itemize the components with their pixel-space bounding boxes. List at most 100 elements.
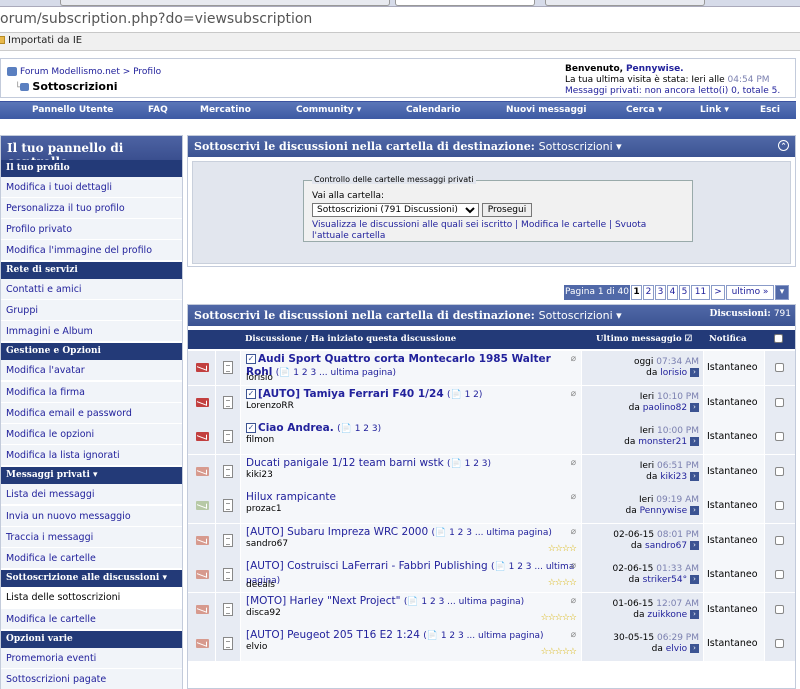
page-2[interactable]: 2 bbox=[643, 285, 654, 300]
thread-author[interactable]: LorenzoRR bbox=[246, 401, 294, 411]
go-to-last-post-icon[interactable]: › bbox=[690, 368, 699, 377]
thread-pages[interactable]: (📄 1 2 3 ... ultima pagina) bbox=[404, 597, 524, 607]
sidebar-item-send-message[interactable]: Invia un nuovo messaggio bbox=[1, 506, 182, 527]
col-thread[interactable]: Discussione / Ha iniziato questa discuss… bbox=[245, 334, 456, 344]
folder-actions-links[interactable]: Visualizza le discussioni alle quali sei… bbox=[312, 220, 682, 242]
thread-author[interactable]: kiki23 bbox=[246, 470, 273, 480]
sidebar-item-albums[interactable]: Immagini e Album bbox=[1, 321, 182, 342]
row-checkbox[interactable] bbox=[775, 397, 784, 407]
sidebar-item-message-list[interactable]: Lista dei messaggi bbox=[1, 484, 182, 505]
sidebar-item-paid-subscriptions[interactable]: Sottoscrizioni pagate bbox=[1, 669, 182, 689]
row-checkbox[interactable] bbox=[775, 639, 784, 648]
thread-title-link[interactable]: [AUTO] Costruisci LaFerrari - Fabbri Pub… bbox=[246, 560, 488, 572]
sidebar-item-edit-folders-subs[interactable]: Modifica le cartelle bbox=[1, 609, 182, 630]
thread-author[interactable]: elvio bbox=[246, 642, 267, 652]
menu-new-posts[interactable]: Nuovi messaggi bbox=[506, 105, 586, 115]
thread-author[interactable]: sandro67 bbox=[246, 539, 288, 549]
menu-market[interactable]: Mercatino bbox=[200, 105, 251, 115]
sidebar-item-profile-picture[interactable]: Modifica l'immagine del profilo bbox=[1, 240, 182, 261]
thread-title-link[interactable]: [AUTO] Tamiya Ferrari F40 1/24 bbox=[258, 388, 444, 400]
row-checkbox[interactable] bbox=[775, 466, 784, 476]
sidebar-item-track-messages[interactable]: Traccia i messaggi bbox=[1, 527, 182, 548]
menu-search[interactable]: Cerca ▾ bbox=[626, 105, 662, 115]
thread-author[interactable]: disca92 bbox=[246, 608, 281, 618]
go-to-last-post-icon[interactable]: › bbox=[690, 609, 699, 619]
go-to-last-post-icon[interactable]: › bbox=[690, 644, 699, 653]
thread-pages[interactable]: (📄 1 2 3) bbox=[447, 459, 491, 469]
menu-links[interactable]: Link ▾ bbox=[700, 105, 729, 115]
thread-pages[interactable]: (📄 1 2) bbox=[447, 390, 482, 400]
folder-select[interactable]: Sottoscrizioni (791 Discussioni) bbox=[312, 203, 479, 217]
sidebar-item-edit-details[interactable]: Modifica i tuoi dettagli bbox=[1, 177, 182, 198]
breadcrumb-profile[interactable]: Profilo bbox=[133, 67, 161, 77]
row-checkbox[interactable] bbox=[775, 363, 784, 372]
sidebar-item-avatar[interactable]: Modifica l'avatar bbox=[1, 360, 182, 381]
list-folder-dropdown[interactable]: Sottoscrizioni ▾ bbox=[539, 309, 622, 322]
thread-pages[interactable]: (📄 1 2 3 ... ultima pagina) bbox=[276, 368, 396, 378]
last-poster-link[interactable]: sandro67 bbox=[645, 541, 687, 551]
thread-title-link[interactable]: Ciao Andrea. bbox=[258, 422, 334, 434]
select-all-checkbox[interactable] bbox=[774, 334, 783, 343]
menu-logout[interactable]: Esci bbox=[760, 105, 780, 115]
thread-author[interactable]: lorisio bbox=[246, 373, 273, 383]
menu-calendar[interactable]: Calendario bbox=[406, 105, 461, 115]
last-poster-link[interactable]: Pennywise bbox=[640, 506, 687, 516]
last-poster-link[interactable]: striker54° bbox=[643, 575, 688, 585]
menu-faq[interactable]: FAQ bbox=[148, 105, 168, 115]
bookmark-folder[interactable]: Importati da IE bbox=[0, 35, 82, 46]
thread-author[interactable]: filmon bbox=[246, 435, 274, 445]
page-5[interactable]: 5 bbox=[679, 285, 690, 300]
menu-user-panel[interactable]: Pannello Utente bbox=[32, 105, 113, 115]
folder-dropdown[interactable]: Sottoscrizioni ▾ bbox=[539, 140, 622, 153]
menu-community[interactable]: Community ▾ bbox=[296, 105, 361, 115]
home-icon[interactable] bbox=[7, 67, 17, 76]
go-to-last-post-icon[interactable]: › bbox=[690, 437, 699, 446]
thread-author[interactable]: prozac1 bbox=[246, 504, 282, 514]
thread-title-link[interactable]: Hilux rampicante bbox=[246, 491, 336, 503]
row-checkbox[interactable] bbox=[775, 501, 784, 510]
breadcrumb-site[interactable]: Forum Modellismo.net bbox=[20, 67, 120, 77]
page-4[interactable]: 4 bbox=[667, 285, 678, 300]
thread-pages[interactable]: (📄 1 2 3) bbox=[337, 424, 381, 434]
sidebar-item-ignore-list[interactable]: Modifica la lista ignorati bbox=[1, 445, 182, 466]
page-3[interactable]: 3 bbox=[655, 285, 666, 300]
page-1[interactable]: 1 bbox=[631, 285, 642, 300]
sidebar-item-options[interactable]: Modifica le opzioni bbox=[1, 424, 182, 445]
col-notify[interactable]: Notifica bbox=[709, 334, 746, 344]
go-to-last-post-icon[interactable]: › bbox=[690, 471, 699, 481]
sidebar-item-customize-profile[interactable]: Personalizza il tuo profilo bbox=[1, 198, 182, 219]
sidebar-section-private-messages[interactable]: Messaggi privati ▾ bbox=[1, 467, 182, 484]
last-poster-link[interactable]: elvio bbox=[666, 644, 687, 654]
thread-author[interactable]: decals bbox=[246, 580, 275, 590]
sidebar-item-event-reminders[interactable]: Promemoria eventi bbox=[1, 648, 182, 669]
go-to-last-post-icon[interactable]: › bbox=[690, 506, 699, 515]
sidebar-item-contacts[interactable]: Contatti e amici bbox=[1, 279, 182, 300]
row-checkbox[interactable] bbox=[775, 604, 784, 614]
sidebar-item-groups[interactable]: Gruppi bbox=[1, 300, 182, 321]
thread-title-link[interactable]: [MOTO] Harley "Next Project" bbox=[246, 595, 401, 607]
col-last-post[interactable]: Ultimo messaggio ☑ bbox=[596, 334, 692, 344]
thread-title-link[interactable]: [AUTO] Subaru Impreza WRC 2000 bbox=[246, 526, 428, 538]
thread-title-link[interactable]: [AUTO] Peugeot 205 T16 E2 1:24 bbox=[246, 629, 420, 641]
thread-title-link[interactable]: Ducati panigale 1/12 team barni wstk bbox=[246, 457, 444, 469]
thread-pages[interactable]: (📄 1 2 3 ... ultima pagina) bbox=[423, 631, 543, 641]
last-poster-link[interactable]: paolino82 bbox=[643, 403, 687, 413]
proceed-button[interactable]: Prosegui bbox=[482, 203, 532, 217]
browser-tab[interactable] bbox=[60, 0, 390, 6]
sidebar-section-subscriptions[interactable]: Sottoscrizione alle discussioni ▾ bbox=[1, 570, 182, 587]
row-checkbox[interactable] bbox=[775, 570, 784, 579]
sidebar-item-edit-folders-pm[interactable]: Modifica le cartelle bbox=[1, 548, 182, 569]
sidebar-item-private-profile[interactable]: Profilo privato bbox=[1, 219, 182, 240]
thread-pages[interactable]: (📄 1 2 3 ... ultima pagina) bbox=[432, 528, 552, 538]
go-to-last-post-icon[interactable]: › bbox=[690, 575, 699, 584]
last-poster-link[interactable]: lorisio bbox=[660, 368, 687, 378]
browser-tab-active[interactable] bbox=[395, 0, 535, 6]
row-checkbox[interactable] bbox=[775, 432, 784, 441]
address-bar[interactable]: orum/subscription.php?do=viewsubscriptio… bbox=[0, 7, 800, 33]
last-poster-link[interactable]: kiki23 bbox=[660, 472, 687, 482]
pager-dropdown-icon[interactable]: ▾ bbox=[775, 285, 789, 300]
page-11[interactable]: 11 bbox=[691, 285, 710, 300]
browser-tab[interactable] bbox=[545, 0, 705, 6]
sidebar-item-subscription-list[interactable]: Lista delle sottoscrizioni bbox=[1, 587, 182, 608]
private-messages-link[interactable]: Messaggi privati: non ancora letto(i) 0,… bbox=[565, 86, 780, 96]
